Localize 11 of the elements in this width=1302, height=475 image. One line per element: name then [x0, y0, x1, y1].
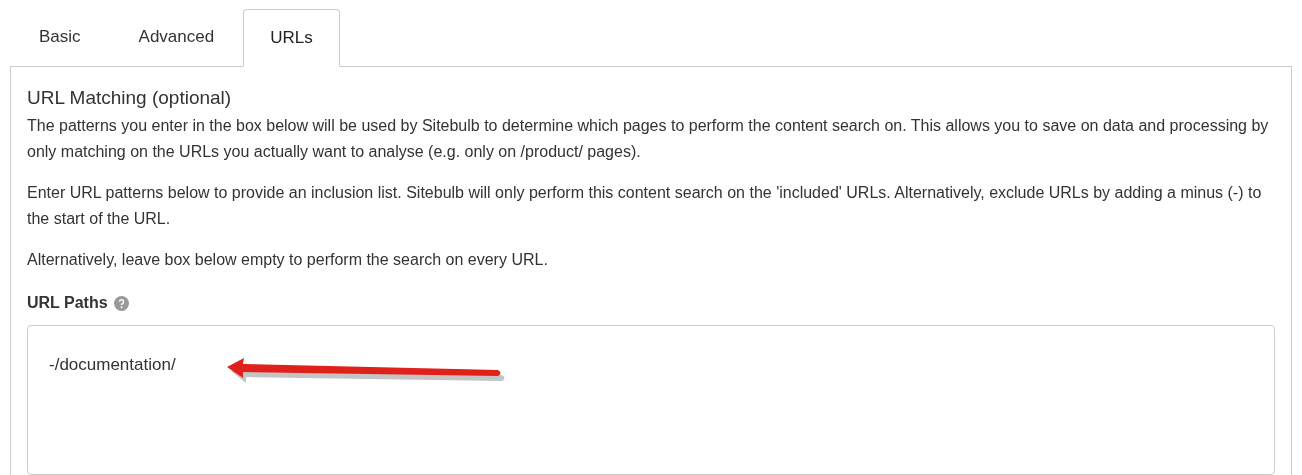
arrow-annotation-icon	[225, 357, 507, 385]
tab[interactable]: Basic	[10, 8, 110, 66]
description-paragraph: Alternatively, leave box below empty to perform the search on every URL.	[27, 250, 549, 270]
help-icon[interactable]	[113, 295, 129, 311]
url-paths-field[interactable]: -/documentation/	[27, 325, 1275, 475]
description-paragraph: Enter URL patterns below to provide an inclusion list. Sitebulb will only perform this content search on the 'included' URLs. Alternatively, exclude URLs by adding a minus (-) to the start of the URL.	[27, 183, 1263, 229]
section-title: URL Matching (optional)	[27, 86, 233, 110]
description-paragraph: The patterns you enter in the box below will be used by Sitebulb to determine which pages to perform the content search on. This allows you to save on data and processing by only matching on the URLs you actually want to analyse (e.g. only on /product/ pages).	[27, 116, 1270, 162]
tab[interactable]: URLs	[243, 9, 340, 67]
tab[interactable]: Advanced	[109, 8, 244, 66]
field-label: URL Paths	[27, 293, 108, 313]
